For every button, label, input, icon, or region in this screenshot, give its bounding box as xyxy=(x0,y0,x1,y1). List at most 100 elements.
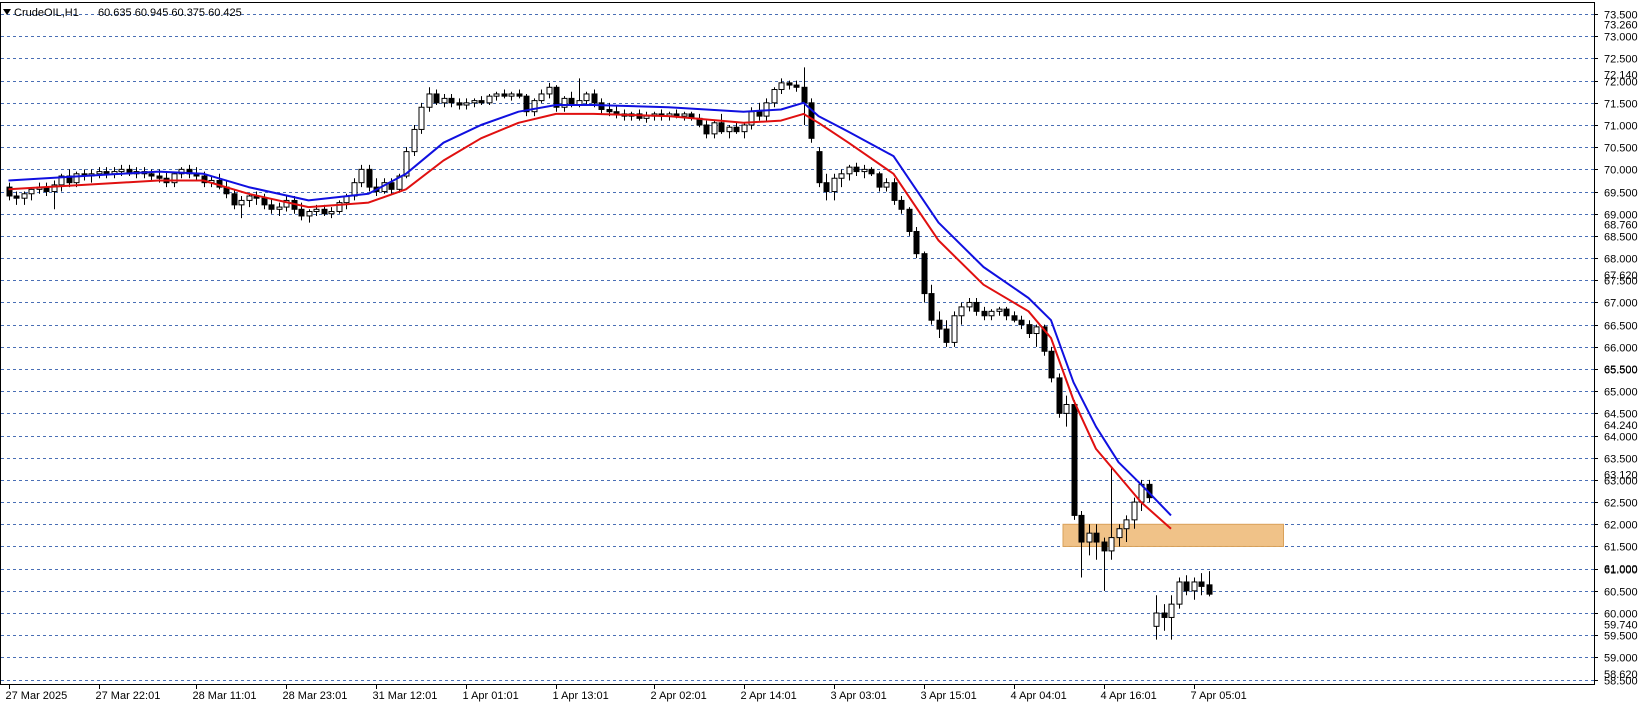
candle-body-bearish xyxy=(516,93,523,97)
candle-body-bullish xyxy=(538,93,545,102)
candle-body-bearish xyxy=(1183,581,1190,592)
candle-body-bullish xyxy=(73,173,80,184)
candlestick-chart[interactable]: 73.50073.00072.50072.00071.50071.00070.5… xyxy=(0,0,1651,707)
candle-body-bullish xyxy=(238,199,245,206)
symbol-label: CrudeOIL,H1 xyxy=(14,7,79,19)
candle-body-bearish xyxy=(853,166,860,173)
candle-body-bullish xyxy=(246,195,253,201)
y-price-label: 68.760 xyxy=(1604,219,1638,231)
y-tick-label: 70.000 xyxy=(1604,165,1638,177)
y-tick-label: 71.500 xyxy=(1604,99,1638,111)
y-price-label: 58.620 xyxy=(1604,669,1638,681)
candle-body-bearish xyxy=(321,208,328,215)
candle-body-bullish xyxy=(28,188,35,195)
candle-body-bearish xyxy=(298,208,305,217)
y-tick-label: 64.000 xyxy=(1604,432,1638,444)
candle-body-bullish xyxy=(966,301,973,308)
candle-body-bullish xyxy=(838,173,845,179)
y-tick-label: 68.000 xyxy=(1604,254,1638,266)
candle-body-bearish xyxy=(606,108,613,113)
candle-body-bullish xyxy=(463,102,470,106)
candle-body-bearish xyxy=(366,168,373,188)
x-tick-label: 27 Mar 22:01 xyxy=(96,690,161,702)
y-tick-label: 67.000 xyxy=(1604,298,1638,310)
candle-body-bullish xyxy=(493,93,500,97)
x-tick-label: 1 Apr 01:01 xyxy=(463,690,519,702)
candle-body-bearish xyxy=(1161,612,1168,618)
candle-body-bearish xyxy=(1198,581,1205,587)
candle-body-bullish xyxy=(771,89,778,104)
x-tick-label: 28 Mar 23:01 xyxy=(283,690,348,702)
candle-body-bearish xyxy=(973,301,980,312)
candle xyxy=(1048,346,1055,383)
candle-body-bearish xyxy=(103,171,110,175)
candle xyxy=(891,178,898,205)
candle-body-bullish xyxy=(951,315,958,343)
candle-body-bullish xyxy=(1153,612,1160,627)
y-tick-label: 71.000 xyxy=(1604,121,1638,133)
y-price-label: 61.000 xyxy=(1604,564,1638,576)
x-tick-label: 4 Apr 16:01 xyxy=(1101,690,1157,702)
candle xyxy=(951,311,958,347)
candle-body-bullish xyxy=(583,93,590,102)
candle-body-bearish xyxy=(1101,541,1108,552)
x-tick-label: 1 Apr 13:01 xyxy=(553,690,609,702)
x-tick-label: 28 Mar 11:01 xyxy=(193,690,257,702)
candle-body-bullish xyxy=(846,166,853,175)
candle-body-bearish xyxy=(433,93,440,104)
candle-body-bullish xyxy=(358,168,365,184)
y-tick-label: 59.500 xyxy=(1604,631,1638,643)
candle-body-bearish xyxy=(718,122,725,133)
y-price-label: 67.620 xyxy=(1604,270,1638,282)
candle-body-bullish xyxy=(883,182,890,188)
candle-body-bearish xyxy=(448,97,455,104)
candle-body-bearish xyxy=(1093,532,1100,543)
candle-body-bearish xyxy=(786,82,793,86)
candle xyxy=(411,125,418,157)
candle-body-bullish xyxy=(1116,528,1123,539)
candle-body-bearish xyxy=(906,208,913,232)
candle xyxy=(816,147,823,188)
candle-body-bullish xyxy=(831,177,838,193)
candle-body-bearish xyxy=(13,195,20,199)
candle-body-bearish xyxy=(801,86,808,104)
y-tick-label: 69.500 xyxy=(1604,188,1638,200)
candle-body-bullish xyxy=(1131,501,1138,521)
candle xyxy=(336,200,343,214)
candle xyxy=(913,227,920,259)
candle xyxy=(1176,577,1183,609)
y-price-label: 65.500 xyxy=(1604,364,1638,376)
x-tick-label: 4 Apr 04:01 xyxy=(1011,690,1067,702)
candle-body-bullish xyxy=(118,168,125,173)
candle-body-bullish xyxy=(711,122,718,135)
candle-body-bullish xyxy=(1033,326,1040,335)
candle-body-bullish xyxy=(741,124,748,133)
candle-body-bearish xyxy=(733,126,740,133)
y-tick-label: 61.500 xyxy=(1604,542,1638,554)
candle-body-bearish xyxy=(478,100,485,104)
candle-body-bearish xyxy=(936,319,943,330)
candle-body-bearish xyxy=(913,230,920,255)
candle-body-bearish xyxy=(898,199,905,210)
candle-body-bearish xyxy=(921,253,928,295)
y-tick-label: 59.000 xyxy=(1604,653,1638,665)
y-tick-label: 62.000 xyxy=(1604,520,1638,532)
candle xyxy=(906,207,913,236)
ohlc-readout: 60.635 60.945 60.375 60.425 xyxy=(98,7,242,19)
chart-window: 73.500 73.000 72.500 72.000 71.500 71.000 70.5… xyxy=(0,0,1651,707)
y-tick-label: 64.500 xyxy=(1604,409,1638,421)
candle-body-bearish xyxy=(1026,324,1033,335)
candle-body-bullish xyxy=(411,128,418,153)
candle-body-bullish xyxy=(1123,519,1130,530)
chart-header: CrudeOIL,H1 60.635 60.945 60.375 60.425 xyxy=(3,7,242,19)
candle-body-bearish xyxy=(868,168,875,175)
candle-body-bullish xyxy=(96,171,103,175)
candle-body-bullish xyxy=(546,86,553,95)
candle-body-bullish xyxy=(426,93,433,108)
candle xyxy=(553,85,560,112)
candle-body-bearish xyxy=(268,204,275,210)
candle-body-bearish xyxy=(891,182,898,201)
candle-body-bullish xyxy=(441,97,448,104)
y-tick-label: 68.500 xyxy=(1604,232,1638,244)
candle-body-bearish xyxy=(756,111,763,117)
